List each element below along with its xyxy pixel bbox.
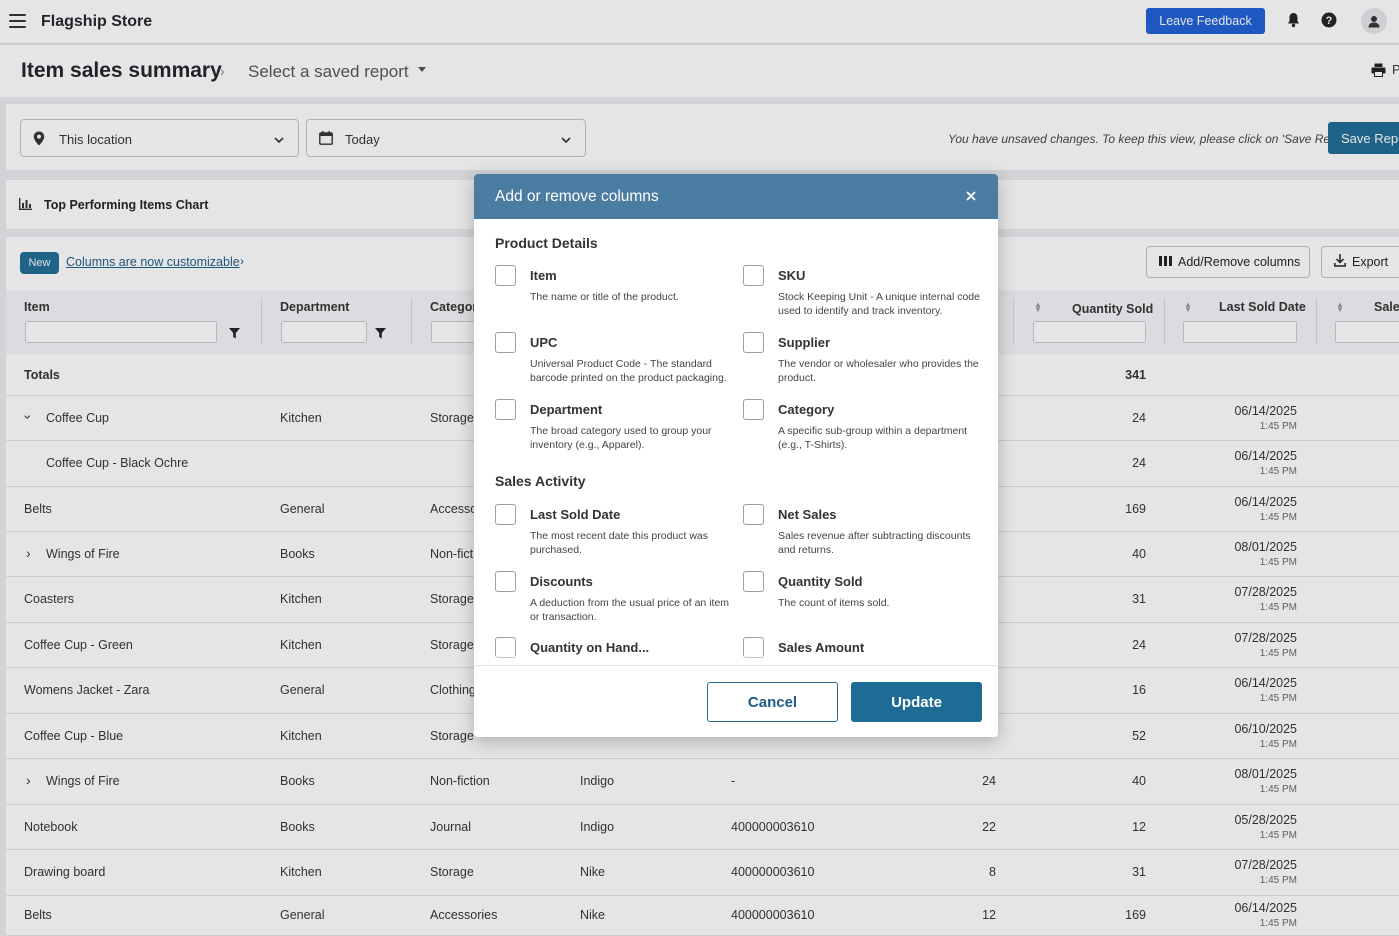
option-description: A specific sub-group within a department… — [778, 425, 968, 451]
checkbox[interactable] — [743, 571, 764, 592]
section-title-sales-activity: Sales Activity — [495, 473, 586, 489]
scroll-fade — [474, 655, 998, 665]
cancel-button[interactable]: Cancel — [707, 682, 838, 722]
option-name: Quantity on Hand... — [530, 640, 650, 655]
modal-header: Add or remove columns — [474, 174, 998, 219]
option-name: UPC — [530, 335, 558, 350]
option-name: Sales Amount — [778, 640, 865, 655]
add-remove-columns-modal: Add or remove columns Product Details It… — [474, 174, 998, 737]
option-name: Net Sales — [778, 507, 837, 522]
option-name: Last Sold Date — [530, 507, 621, 522]
checkbox[interactable] — [743, 265, 764, 286]
option-description: The broad category used to group your in… — [530, 425, 712, 451]
checkbox[interactable] — [495, 504, 516, 525]
option-name: Department — [530, 402, 603, 417]
checkbox[interactable] — [495, 265, 516, 286]
update-button[interactable]: Update — [851, 682, 982, 722]
modal-title: Add or remove columns — [495, 188, 659, 205]
option-description: A deduction from the usual price of an i… — [530, 597, 730, 623]
checkbox[interactable] — [743, 332, 764, 353]
checkbox[interactable] — [495, 399, 516, 420]
checkbox[interactable] — [743, 399, 764, 420]
option-name: Discounts — [530, 574, 593, 589]
option-name: Quantity Sold — [778, 574, 863, 589]
option-description: Sales revenue after subtracting discount… — [778, 530, 971, 556]
section-title-product-details: Product Details — [495, 235, 598, 251]
checkbox[interactable] — [495, 332, 516, 353]
option-description: The name or title of the product. — [530, 291, 679, 303]
option-description: The vendor or wholesaler who provides th… — [778, 358, 979, 384]
option-name: SKU — [778, 268, 806, 283]
checkbox[interactable] — [495, 571, 516, 592]
close-icon[interactable] — [962, 187, 980, 205]
option-description: Stock Keeping Unit - A unique internal c… — [778, 291, 980, 317]
option-name: Supplier — [778, 335, 831, 350]
checkbox[interactable] — [743, 504, 764, 525]
option-description: The most recent date this product was pu… — [530, 530, 709, 556]
modal-footer: Cancel Update — [474, 665, 998, 737]
modal-body[interactable]: Product Details Item The name or title o… — [474, 219, 998, 665]
option-name: Item — [530, 268, 557, 283]
option-description: The count of items sold. — [778, 597, 890, 609]
option-name: Category — [778, 402, 835, 417]
option-description: Universal Product Code - The standard ba… — [530, 358, 727, 384]
